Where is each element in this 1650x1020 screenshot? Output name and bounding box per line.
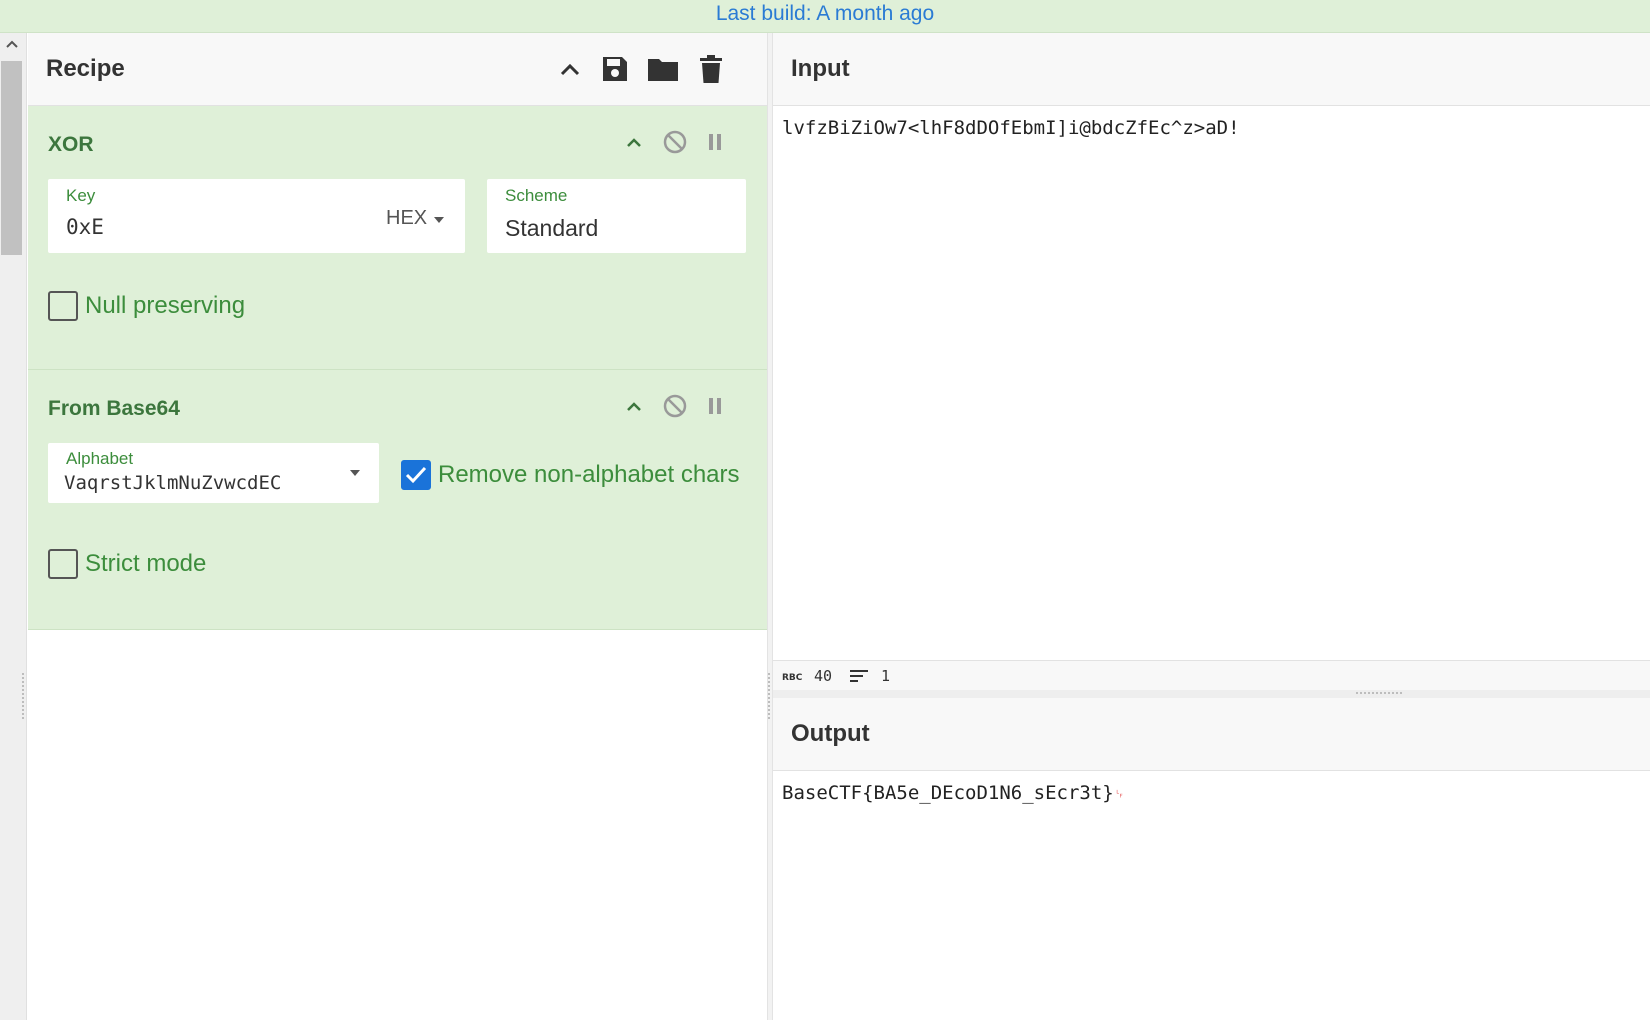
disable-operation-icon[interactable] bbox=[659, 390, 691, 422]
input-pane: Input lvfzBiZiOw7<lhF8dDOfEbmI]i@bdcZfEc… bbox=[773, 33, 1650, 660]
scheme-select[interactable]: Scheme Standard bbox=[487, 179, 746, 253]
strict-mode-label: Strict mode bbox=[85, 550, 207, 577]
key-encoding-value: HEX bbox=[386, 207, 428, 229]
collapse-operation-icon[interactable] bbox=[618, 390, 650, 422]
alphabet-dropdown-icon[interactable] bbox=[349, 469, 361, 477]
breakpoint-icon[interactable] bbox=[699, 390, 731, 422]
key-encoding-dropdown[interactable]: HEX bbox=[386, 207, 445, 230]
build-banner-text: Last build: A month ago bbox=[715, 2, 935, 25]
checkbox-box[interactable] bbox=[48, 291, 78, 321]
output-value: BaseCTF{BA5e_DEcoD1N6_sEcr3t} bbox=[782, 782, 1114, 804]
null-preserving-checkbox[interactable]: Null preserving bbox=[48, 291, 245, 321]
recipe-panel: Recipe XOR Key 0xE HEX Scheme Standard N… bbox=[28, 33, 767, 1020]
strict-mode-checkbox[interactable]: Strict mode bbox=[48, 549, 206, 579]
scheme-label: Scheme bbox=[505, 186, 568, 205]
load-recipe-icon[interactable] bbox=[645, 51, 681, 87]
clear-recipe-icon[interactable] bbox=[693, 51, 729, 87]
alphabet-field[interactable]: Alphabet VaqrstJklmNuZvwcdEC bbox=[48, 443, 379, 503]
recipe-title: Recipe bbox=[46, 55, 125, 82]
collapse-all-icon[interactable] bbox=[552, 51, 588, 87]
char-count: 40 bbox=[814, 667, 833, 685]
operation-from-base64[interactable]: From Base64 Alphabet VaqrstJklmNuZvwcdEC… bbox=[28, 370, 767, 630]
key-label: Key bbox=[66, 186, 96, 205]
line-count: 1 bbox=[881, 667, 891, 685]
disable-operation-icon[interactable] bbox=[659, 126, 691, 158]
save-recipe-icon[interactable] bbox=[597, 51, 633, 87]
checkmark-icon bbox=[405, 466, 427, 484]
io-splitter-grip[interactable] bbox=[1356, 692, 1402, 695]
checkbox-box[interactable] bbox=[48, 549, 78, 579]
breakpoint-icon[interactable] bbox=[699, 126, 731, 158]
scheme-value: Standard bbox=[505, 215, 599, 241]
remove-non-alphabet-checkbox[interactable]: Remove non-alphabet chars bbox=[401, 460, 740, 490]
column-splitter-grip[interactable] bbox=[768, 673, 771, 719]
output-title: Output bbox=[791, 720, 870, 747]
char-count-icon: RBC bbox=[782, 673, 803, 682]
build-banner: Last build: A month ago bbox=[0, 0, 1650, 33]
operation-xor[interactable]: XOR Key 0xE HEX Scheme Standard Null pre… bbox=[28, 106, 767, 370]
left-splitter-grip[interactable] bbox=[22, 673, 25, 719]
scroll-thumb[interactable] bbox=[1, 61, 22, 255]
alphabet-input[interactable]: VaqrstJklmNuZvwcdEC bbox=[64, 472, 281, 494]
output-header: Output bbox=[773, 698, 1650, 771]
checkbox-box[interactable] bbox=[401, 460, 431, 490]
caret-down-icon bbox=[433, 217, 444, 223]
key-input[interactable]: 0xE bbox=[66, 215, 104, 239]
input-textarea[interactable]: lvfzBiZiOw7<lhF8dDOfEbmI]i@bdcZfEc^z>aD! bbox=[782, 117, 1240, 139]
recipe-header: Recipe bbox=[28, 33, 767, 106]
recipe-scrollbar[interactable] bbox=[0, 33, 27, 1020]
collapse-operation-icon[interactable] bbox=[618, 126, 650, 158]
io-splitter[interactable] bbox=[773, 690, 1650, 698]
line-count-icon bbox=[850, 670, 868, 682]
input-header: Input bbox=[773, 33, 1650, 106]
input-title: Input bbox=[791, 55, 850, 82]
alphabet-label: Alphabet bbox=[66, 449, 134, 468]
operation-title: From Base64 bbox=[48, 397, 180, 420]
output-pane: Output BaseCTF{BA5e_DEcoD1N6_sEcr3t}␊ bbox=[773, 698, 1650, 1020]
input-status-bar: RBC 40 1 bbox=[773, 660, 1650, 690]
control-char-marker: ␊ bbox=[1113, 787, 1125, 803]
operation-title: XOR bbox=[48, 133, 94, 156]
scroll-up-icon[interactable] bbox=[2, 37, 22, 51]
remove-non-alphabet-label: Remove non-alphabet chars bbox=[438, 461, 740, 488]
svg-text:RBC: RBC bbox=[782, 673, 803, 682]
null-preserving-label: Null preserving bbox=[85, 292, 246, 319]
key-field[interactable]: Key 0xE HEX bbox=[48, 179, 465, 253]
output-text[interactable]: BaseCTF{BA5e_DEcoD1N6_sEcr3t}␊ bbox=[782, 782, 1125, 804]
